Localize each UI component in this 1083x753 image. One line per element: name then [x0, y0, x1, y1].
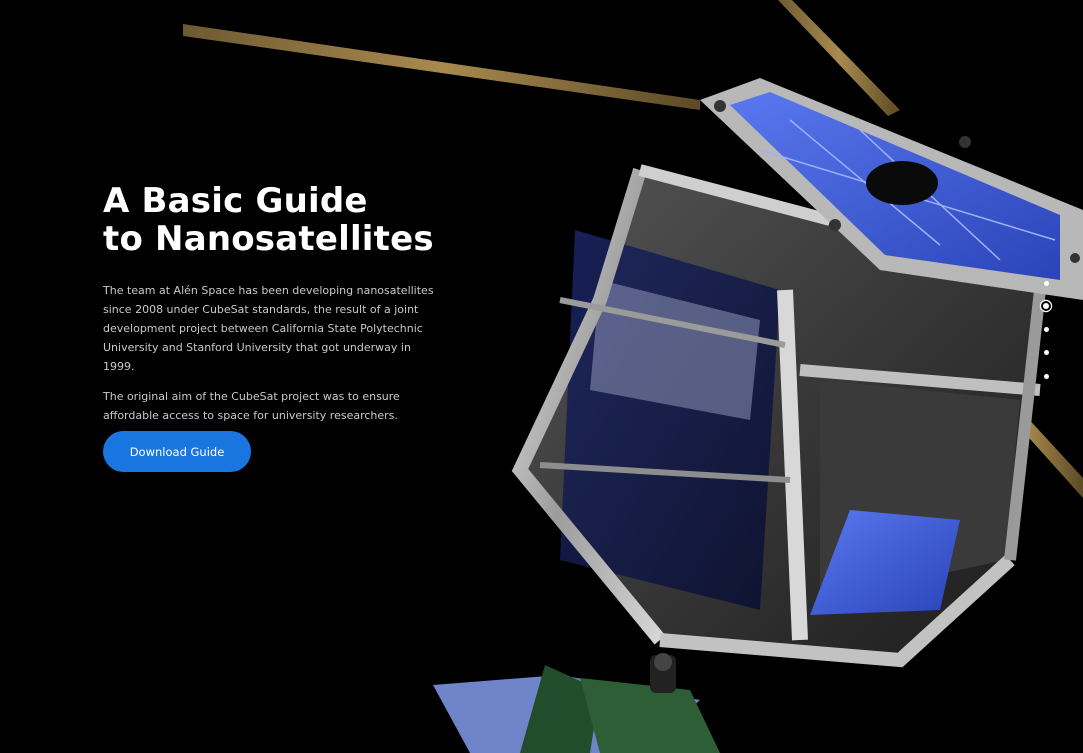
- pagination-dot-4[interactable]: [1039, 346, 1053, 360]
- pagination-dot-5[interactable]: [1039, 369, 1053, 383]
- download-guide-button[interactable]: Download Guide: [103, 431, 251, 472]
- aim-paragraph: The original aim of the CubeSat project …: [103, 390, 400, 422]
- pagination-dot-3[interactable]: [1039, 323, 1053, 337]
- page-title: A Basic Guide to Nanosatellites: [103, 182, 443, 258]
- pagination-dot-1[interactable]: [1039, 276, 1053, 290]
- title-line-1: A Basic Guide: [103, 181, 368, 221]
- intro-paragraph: The team at Alén Space has been developi…: [103, 284, 434, 373]
- section-pagination: [1039, 276, 1053, 392]
- hero-section: A Basic Guide to Nanosatellites The team…: [103, 182, 443, 425]
- pagination-dot-2-active[interactable]: [1039, 299, 1053, 313]
- title-line-2: to Nanosatellites: [103, 219, 434, 259]
- pcb-module: [433, 653, 720, 753]
